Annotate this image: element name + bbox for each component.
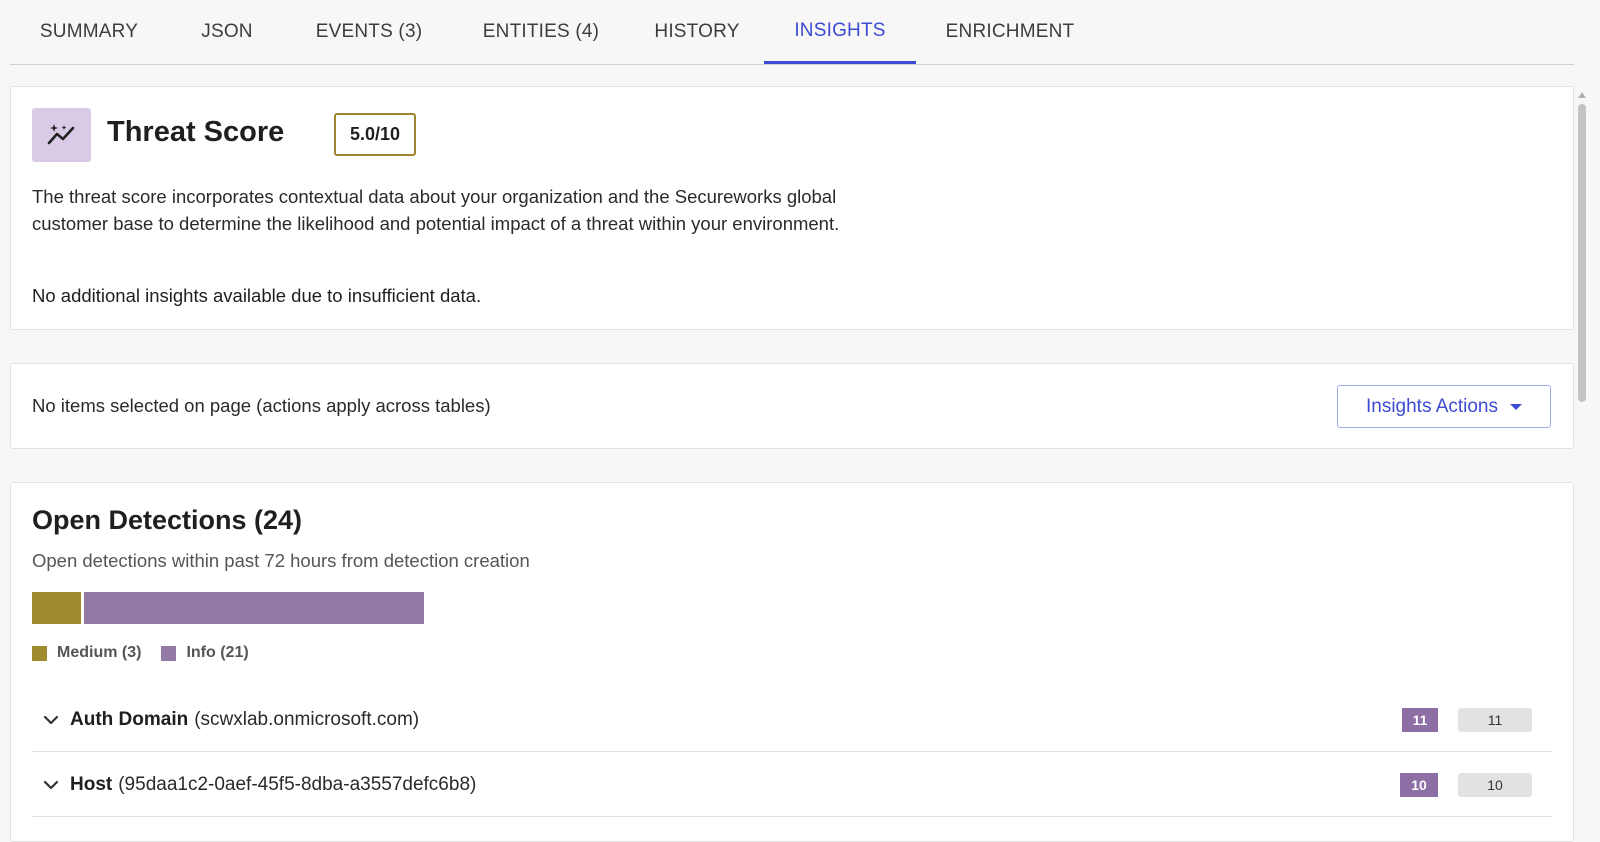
selection-status-text: No items selected on page (actions apply… (32, 395, 491, 416)
tab-events[interactable]: EVENTS (3) (286, 0, 452, 63)
legend-item-medium: Medium (3) (32, 644, 141, 662)
tab-json[interactable]: JSON (168, 0, 286, 63)
open-detections-subtitle: Open detections within past 72 hours fro… (32, 550, 530, 571)
total-count-badge: 11 (1458, 707, 1532, 732)
tab-enrichment[interactable]: ENRICHMENT (916, 0, 1104, 63)
severity-count-badge: 11 (1402, 707, 1438, 732)
group-value: (scwxlab.onmicrosoft.com) (194, 708, 420, 730)
tab-bar: SUMMARY JSON EVENTS (3) ENTITIES (4) HIS… (10, 0, 1574, 65)
group-value: (95daa1c2-0aef-45f5-8dba-a3557defc6b8) (118, 773, 477, 795)
sparkle-trend-icon (32, 108, 91, 162)
severity-legend: Medium (3) Info (21) (32, 644, 249, 662)
caret-down-icon (1510, 403, 1523, 410)
severity-segment-info (84, 592, 424, 624)
chevron-down-icon[interactable] (36, 705, 66, 735)
legend-swatch-medium (32, 645, 47, 661)
legend-item-info: Info (21) (161, 644, 249, 662)
tab-history[interactable]: HISTORY (630, 0, 764, 63)
scroll-up-icon[interactable] (1578, 92, 1586, 98)
legend-label-info: Info (21) (186, 644, 249, 661)
insights-actions-label: Insights Actions (1365, 395, 1499, 417)
detection-group-auth-domain[interactable]: Auth Domain (scwxlab.onmicrosoft.com) 11… (32, 688, 1552, 752)
group-label: Host (70, 773, 113, 795)
insights-actions-bar: No items selected on page (actions apply… (10, 363, 1574, 449)
threat-score-title: Threat Score (107, 116, 285, 148)
threat-score-description: The threat score incorporates contextual… (32, 186, 840, 234)
severity-segment-medium (32, 592, 81, 624)
group-label: Auth Domain (70, 708, 189, 730)
total-count-badge: 10 (1458, 772, 1532, 797)
threat-score-card: Threat Score 5.0/10 The threat score inc… (10, 86, 1574, 330)
vertical-scrollbar[interactable] (1576, 88, 1588, 819)
chevron-down-icon[interactable] (36, 770, 66, 800)
severity-count-badge: 10 (1400, 772, 1438, 797)
legend-label-medium: Medium (3) (57, 644, 142, 661)
detection-group-host[interactable]: Host (95daa1c2-0aef-45f5-8dba-a3557defc6… (32, 753, 1552, 817)
legend-swatch-info (161, 645, 177, 661)
insufficient-data-note: No additional insights available due to … (32, 285, 482, 306)
tab-summary[interactable]: SUMMARY (10, 0, 168, 63)
insights-actions-button[interactable]: Insights Actions (1337, 385, 1551, 428)
severity-distribution-bar (32, 592, 424, 624)
tab-entities[interactable]: ENTITIES (4) (452, 0, 630, 63)
tab-insights[interactable]: INSIGHTS (764, 0, 916, 64)
threat-score-badge: 5.0/10 (334, 113, 416, 156)
open-detections-card: Open Detections (24) Open detections wit… (10, 482, 1574, 842)
scrollbar-thumb[interactable] (1578, 104, 1586, 402)
open-detections-title: Open Detections (24) (32, 505, 303, 535)
